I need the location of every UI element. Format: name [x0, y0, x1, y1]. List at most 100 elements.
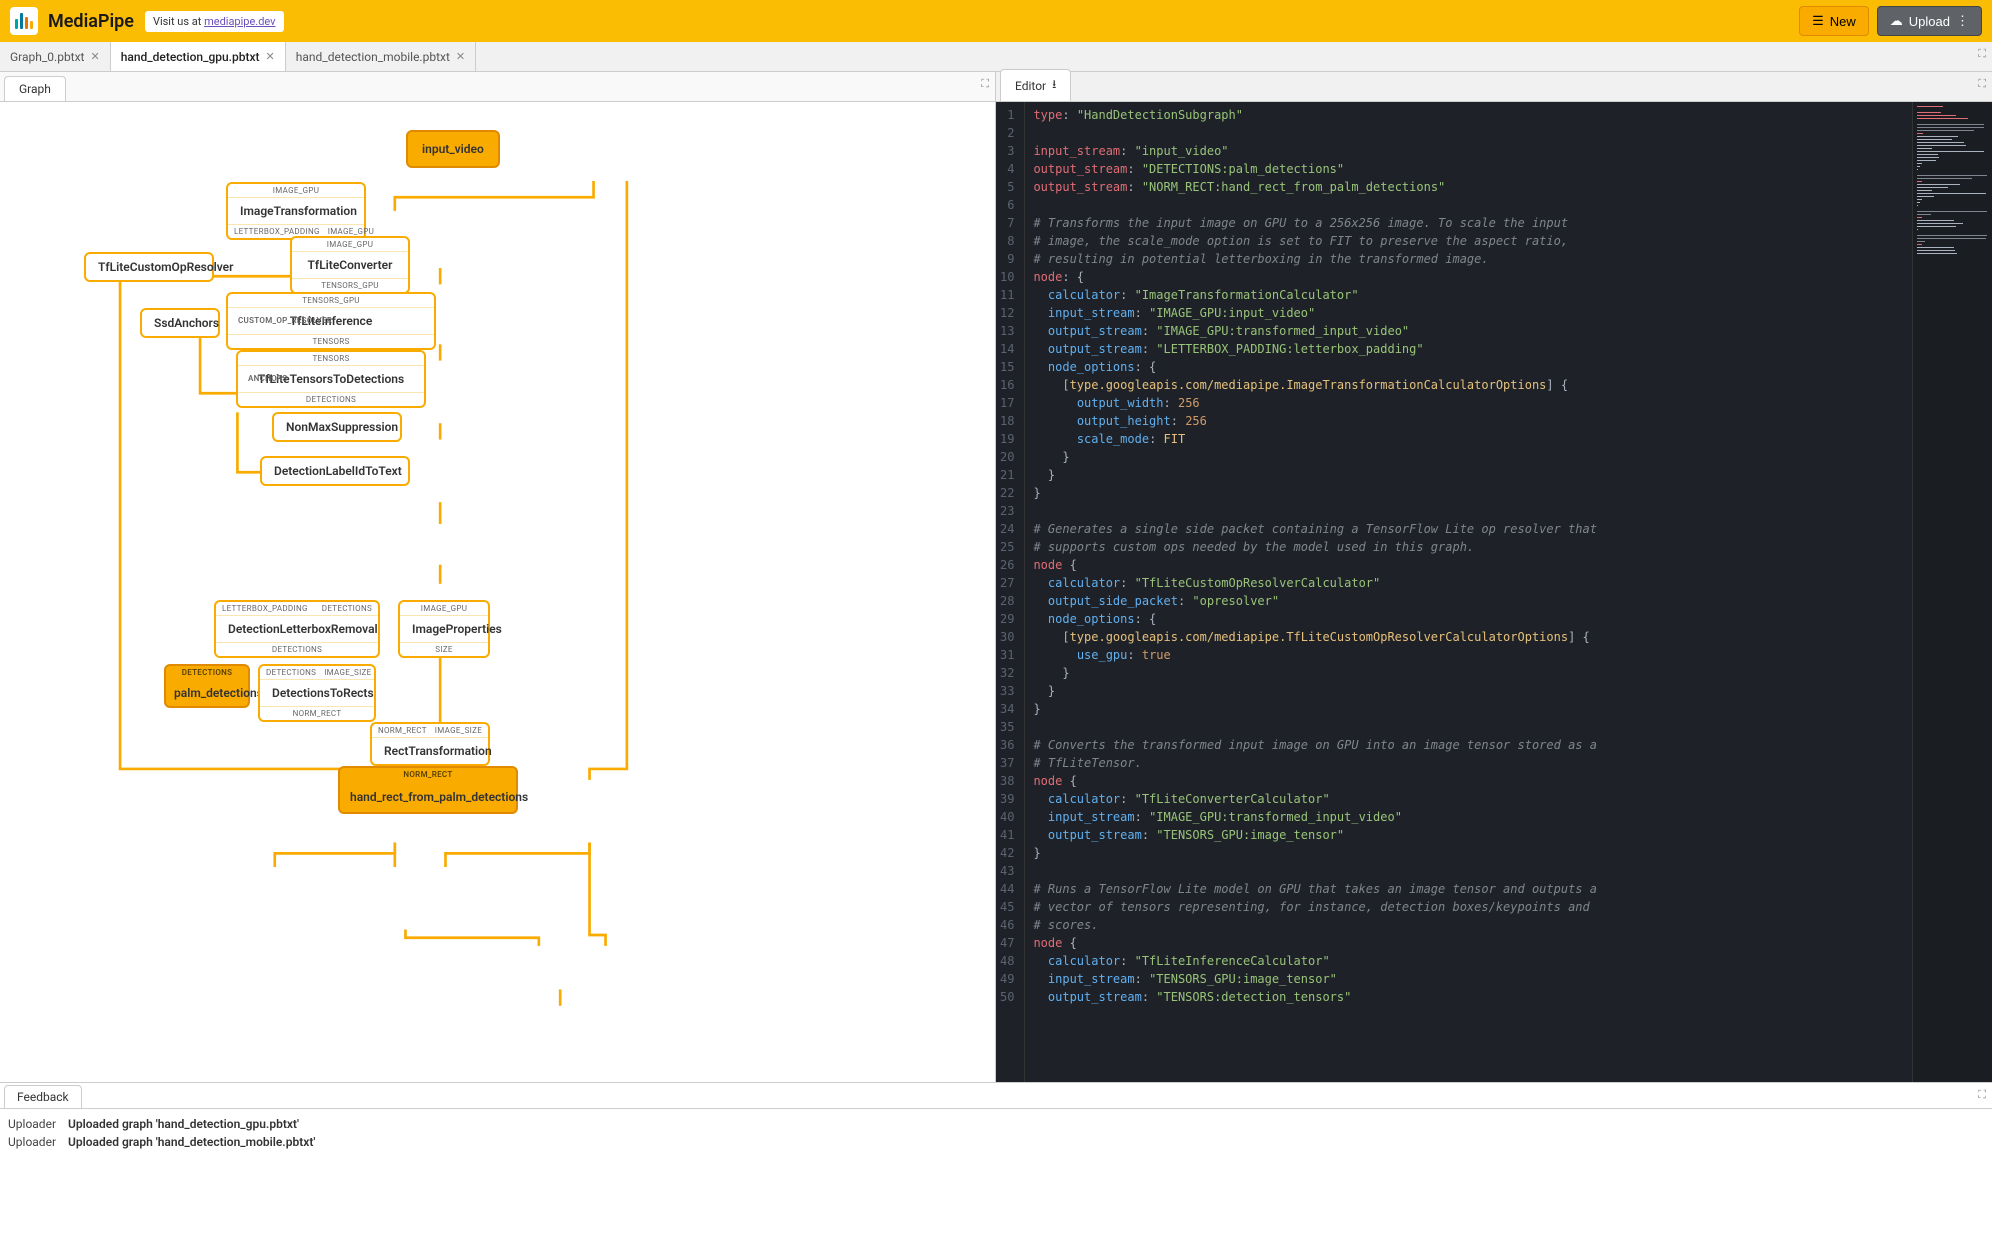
expand-icon[interactable]: ⛶ — [1978, 47, 1986, 61]
node-port-top-right: DETECTIONS — [322, 604, 372, 613]
upload-button-label: Upload — [1909, 14, 1950, 29]
cloud-upload-icon: ☁ — [1890, 13, 1903, 29]
node-detection-letterbox-removal[interactable]: LETTERBOX_PADDING DETECTIONS DetectionLe… — [214, 600, 380, 658]
expand-icon[interactable]: ⛶ — [1978, 77, 1986, 91]
visit-prefix: Visit us at — [153, 15, 204, 28]
node-port-bottom: TENSORS — [228, 334, 434, 348]
feedback-source: Uploader — [8, 1135, 56, 1149]
node-title: RectTransformation — [372, 738, 488, 764]
expand-icon[interactable]: ⛶ — [1978, 1088, 1986, 1102]
feedback-row: UploaderUploaded graph 'hand_detection_g… — [8, 1115, 1984, 1133]
code-content[interactable]: type: "HandDetectionSubgraph" input_stre… — [1025, 102, 1912, 1082]
node-port-left: ANCHORS — [242, 372, 293, 385]
node-image-properties[interactable]: IMAGE_GPU ImageProperties SIZE — [398, 600, 490, 658]
node-detections-to-rects[interactable]: DETECTIONS IMAGE_SIZE DetectionsToRects … — [258, 664, 376, 722]
feedback-body: Uploader Uploaded graph 'hand_detection_g… — [0, 1109, 1992, 1157]
editor-panel-tabs: Editor ⭳ ⛶ — [996, 72, 1992, 102]
node-port-bottom: NORM_RECT — [260, 706, 374, 720]
node-title: hand_rect_from_palm_detections — [340, 782, 516, 812]
new-button[interactable]: ☰ New — [1799, 6, 1869, 36]
graph-pane: Graph ⛶ — [0, 72, 996, 1082]
main-area: Graph ⛶ — [0, 72, 1992, 1082]
node-tflite-inference[interactable]: TENSORS_GPU CUSTOM_OP_RESOLVER TfLiteInf… — [226, 292, 436, 350]
line-gutter: 1234567891011121314151617181920212223242… — [996, 102, 1025, 1082]
node-hand-rect-output[interactable]: NORM_RECT hand_rect_from_palm_detections — [338, 766, 518, 814]
node-detection-label-id-to-text[interactable]: DetectionLabelIdToText — [260, 456, 410, 486]
upload-button[interactable]: ☁ Upload ⋮ — [1877, 6, 1982, 36]
node-title: input_video — [422, 142, 484, 156]
feedback-tab[interactable]: Feedback — [4, 1085, 82, 1108]
editor-body[interactable]: 1234567891011121314151617181920212223242… — [996, 102, 1992, 1082]
file-tab-label: hand_detection_mobile.pbtxt — [296, 50, 450, 64]
node-rect-transformation[interactable]: NORM_RECT IMAGE_SIZE RectTransformation — [370, 722, 490, 766]
close-icon[interactable]: ✕ — [90, 50, 99, 63]
close-icon[interactable]: ✕ — [456, 50, 465, 63]
node-title: NonMaxSuppression — [274, 414, 400, 440]
node-title: TfLiteConverter — [292, 252, 408, 278]
node-title: palm_detections — [166, 680, 248, 706]
node-image-transformation[interactable]: IMAGE_GPU ImageTransformation LETTERBOX_… — [226, 182, 366, 240]
node-port-bottom: DETECTIONS — [238, 392, 424, 406]
feedback-row: Uploader Uploaded graph 'hand_detection_m… — [8, 1133, 1984, 1151]
node-tflite-converter[interactable]: IMAGE_GPU TfLiteConverter TENSORS_GPU — [290, 236, 410, 294]
editor-tab-label: Editor — [1015, 79, 1046, 93]
node-tflite-tensors-to-detections[interactable]: TENSORS ANCHORS TfLiteTensorsToDetection… — [236, 350, 426, 408]
node-ssd-anchors[interactable]: SsdAnchors — [140, 308, 220, 338]
node-port-top: IMAGE_GPU — [400, 602, 488, 616]
minimap[interactable] — [1912, 102, 1992, 1082]
file-tab[interactable]: hand_detection_gpu.pbtxt ✕ — [111, 42, 286, 71]
node-port-top-left: LETTERBOX_PADDING — [222, 604, 308, 613]
node-port-top: IMAGE_GPU — [292, 238, 408, 252]
editor-tab[interactable]: Editor ⭳ — [1000, 69, 1071, 101]
feedback-pane: Feedback ⛶ Uploader Uploaded graph 'hand_… — [0, 1082, 1992, 1242]
node-port-left: CUSTOM_OP_RESOLVER — [232, 314, 338, 327]
editor-pane: Editor ⭳ ⛶ 12345678910111213141516171819… — [996, 72, 1992, 1082]
file-tab-label: hand_detection_gpu.pbtxt — [121, 50, 260, 64]
node-title: DetectionLetterboxRemoval — [216, 616, 378, 642]
node-title: ImageTransformation — [228, 198, 364, 224]
feedback-message: Uploaded graph 'hand_detection_mobile.pb… — [68, 1135, 315, 1149]
node-input-video[interactable]: input_video — [406, 130, 500, 168]
file-tab[interactable]: Graph_0.pbtxt ✕ — [0, 42, 111, 71]
node-non-max-suppression[interactable]: NonMaxSuppression — [272, 412, 402, 442]
node-tflite-custom-op-resolver[interactable]: TfLiteCustomOpResolver — [84, 252, 214, 282]
node-title: SsdAnchors — [142, 310, 218, 336]
brand-logo — [10, 7, 38, 35]
brand-name: MediaPipe — [48, 11, 134, 32]
expand-icon[interactable]: ⛶ — [981, 77, 989, 91]
graph-canvas[interactable]: input_video IMAGE_GPU ImageTransformatio… — [0, 102, 995, 1082]
menu-icon: ☰ — [1812, 13, 1824, 29]
node-title: TfLiteCustomOpResolver — [86, 254, 212, 280]
node-port-bottom: SIZE — [400, 642, 488, 656]
file-tab-label: Graph_0.pbtxt — [10, 50, 84, 64]
node-port-top: NORM_RECT — [340, 768, 516, 782]
node-port-top-left: DETECTIONS — [266, 668, 316, 677]
node-port-top-right: IMAGE_SIZE — [324, 668, 371, 677]
node-port-top: TENSORS — [238, 352, 424, 366]
graph-panel-tabs: Graph ⛶ — [0, 72, 995, 102]
node-title: DetectionsToRects — [260, 680, 374, 706]
feedback-tabs: Feedback ⛶ — [0, 1083, 1992, 1109]
node-port-top: DETECTIONS — [166, 666, 248, 680]
graph-tab[interactable]: Graph — [4, 76, 66, 101]
node-port-top-left: NORM_RECT — [378, 726, 427, 735]
close-icon[interactable]: ✕ — [266, 50, 275, 63]
node-port-top: IMAGE_GPU — [228, 184, 364, 198]
node-title: ImageProperties — [400, 616, 488, 642]
node-port-bottom: TENSORS_GPU — [292, 278, 408, 292]
visit-link-box[interactable]: Visit us at mediapipe.dev — [144, 10, 285, 33]
node-port-bottom: DETECTIONS — [216, 642, 378, 656]
node-port-bottom-left: LETTERBOX_PADDING — [234, 227, 320, 236]
node-port-bottom-right: IMAGE_GPU — [328, 227, 374, 236]
node-port-top: TENSORS_GPU — [228, 294, 434, 308]
visit-link[interactable]: mediapipe.dev — [204, 15, 275, 28]
more-vert-icon: ⋮ — [1956, 13, 1969, 29]
download-icon[interactable]: ⭳ — [1052, 75, 1056, 96]
file-tabs-bar: Graph_0.pbtxt✕hand_detection_gpu.pbtxt✕h… — [0, 42, 1992, 72]
file-tab[interactable]: hand_detection_mobile.pbtxt ✕ — [286, 42, 476, 71]
new-button-label: New — [1830, 14, 1856, 29]
app-header: MediaPipe Visit us at mediapipe.dev ☰ Ne… — [0, 0, 1992, 42]
node-palm-detections[interactable]: DETECTIONS palm_detections — [164, 664, 250, 708]
feedback-message: Uploaded graph 'hand_detection_gpu.pbtxt… — [68, 1117, 299, 1131]
node-port-top-right: IMAGE_SIZE — [435, 726, 482, 735]
